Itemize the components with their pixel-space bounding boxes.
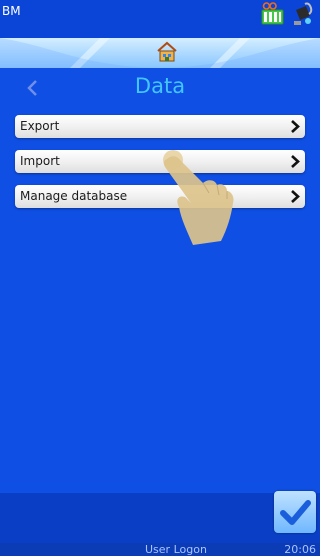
page-title: Data	[134, 74, 186, 98]
menu-item-label: Import	[20, 154, 60, 168]
status-icons	[260, 2, 314, 30]
chevron-right-icon	[291, 190, 300, 203]
status-bar: BM	[0, 0, 320, 38]
checkmark-icon	[280, 500, 311, 525]
bottom-bar	[0, 493, 320, 543]
menu-item-export[interactable]: Export	[15, 115, 305, 138]
user-logon-label[interactable]: User Logon	[145, 543, 207, 556]
clock-time: 20:06	[284, 543, 316, 556]
home-icon[interactable]	[156, 41, 178, 63]
data-screen: BM Data Export Import Manage database Us…	[0, 0, 320, 556]
confirm-button[interactable]	[274, 491, 316, 533]
menu-item-label: Manage database	[20, 189, 128, 203]
tap-hand-icon	[163, 150, 234, 245]
printer-status-icon[interactable]	[260, 2, 286, 30]
menu-item-label: Export	[20, 119, 60, 133]
footer: User Logon 20:06	[0, 543, 320, 556]
chevron-right-icon	[291, 120, 300, 133]
paint-bucket-icon[interactable]	[292, 2, 314, 30]
header: Data	[0, 72, 320, 106]
chevron-right-icon	[291, 155, 300, 168]
app-label: BM	[2, 4, 21, 18]
